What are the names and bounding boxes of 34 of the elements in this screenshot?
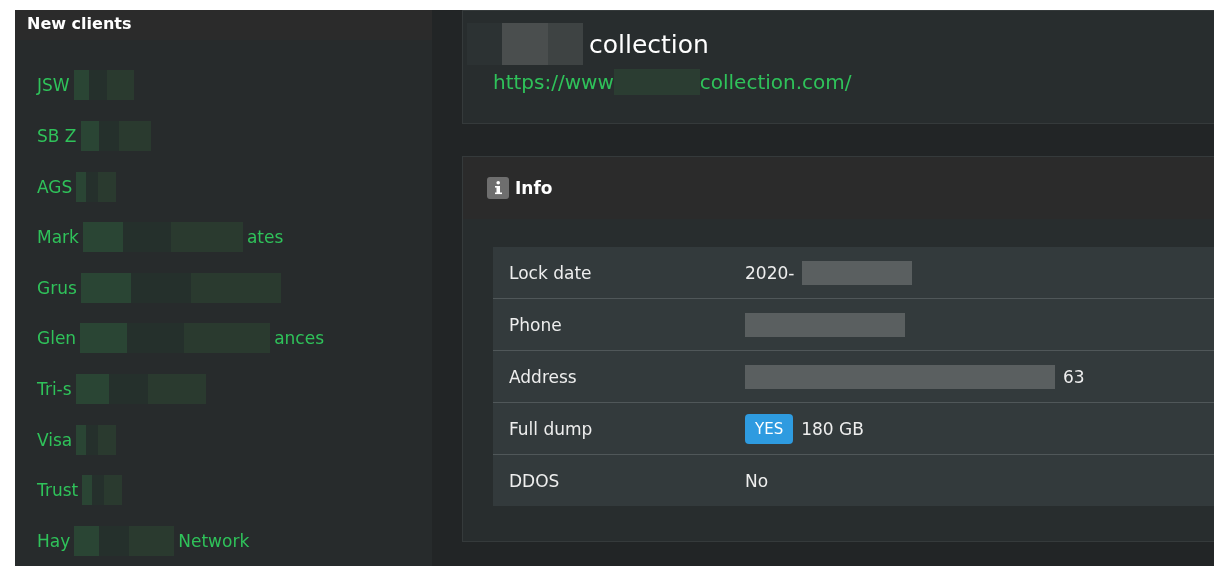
- row-value: 63: [1063, 366, 1085, 387]
- status-badge: YES: [745, 413, 794, 444]
- redaction-mosaic: [76, 171, 117, 202]
- redaction-mosaic: [80, 120, 151, 151]
- client-link[interactable]: SB Z: [37, 125, 77, 146]
- panel-title: New clients: [27, 14, 132, 33]
- client-link[interactable]: Network: [178, 530, 250, 551]
- info-icon: [487, 177, 509, 199]
- redaction-mosaic: [82, 475, 123, 506]
- card-title: Info: [515, 178, 553, 198]
- client-link[interactable]: AGS: [37, 176, 73, 197]
- site-link[interactable]: collection.com/: [699, 70, 852, 94]
- site-title: collection: [589, 29, 709, 59]
- client-link[interactable]: Glen: [37, 328, 77, 349]
- site-link[interactable]: https://www: [493, 70, 614, 94]
- redaction-mosaic: [73, 70, 134, 101]
- client-link[interactable]: Grus: [37, 277, 77, 298]
- redaction-mosaic: [76, 424, 117, 455]
- row-label: Phone: [508, 314, 563, 335]
- client-link[interactable]: Trust: [37, 480, 79, 501]
- row-value: 2020-: [745, 262, 795, 283]
- client-link[interactable]: JSW: [37, 75, 70, 96]
- client-link[interactable]: ates: [246, 227, 284, 248]
- row-label: Address: [508, 366, 578, 387]
- row-label: Lock date: [508, 262, 593, 283]
- row-label: DDOS: [508, 470, 561, 491]
- client-link[interactable]: Hay: [37, 530, 71, 551]
- client-link[interactable]: Visa: [37, 429, 73, 450]
- row-value: 180 GB: [801, 418, 864, 439]
- row-label: Full dump: [508, 418, 594, 439]
- client-link[interactable]: ances: [274, 328, 324, 349]
- client-link[interactable]: Tri-s: [37, 378, 72, 399]
- client-link[interactable]: Mark: [37, 227, 79, 248]
- row-value: No: [745, 470, 769, 491]
